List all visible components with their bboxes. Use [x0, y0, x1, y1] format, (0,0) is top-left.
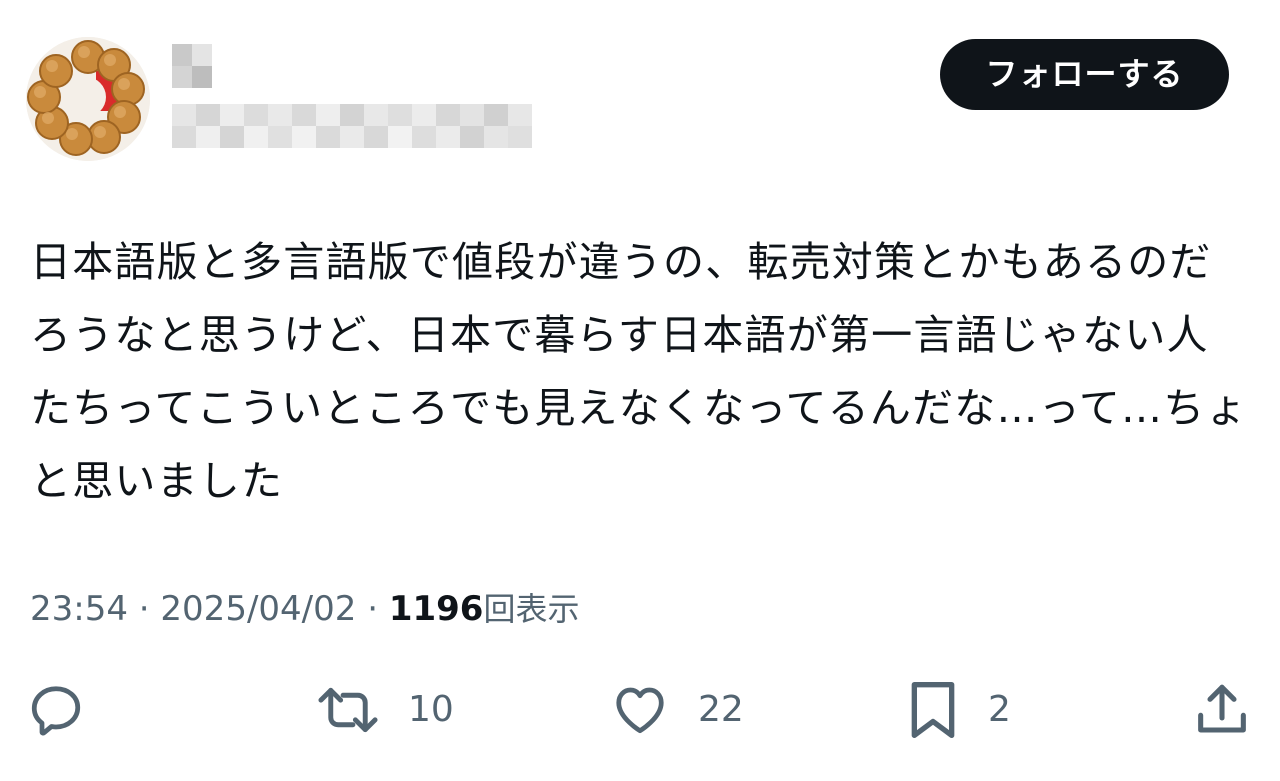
tweet-time[interactable]: 23:54 — [30, 589, 128, 629]
heart-icon[interactable] — [610, 680, 670, 740]
reply-button[interactable] — [26, 670, 86, 750]
tweet-meta: 23:54 · 2025/04/02 · 1196回表示 — [30, 584, 579, 634]
tweet-text: 日本語版と多言語版で値段が違うの、転売対策とかもあるのだろうなと思うけど、日本で… — [30, 238, 1248, 505]
meta-separator: · — [367, 589, 379, 629]
action-bar: 10 22 2 — [0, 670, 1280, 750]
follow-button[interactable]: フォローする — [940, 39, 1229, 110]
like-button[interactable]: 22 — [610, 670, 744, 750]
display-name-redacted[interactable] — [172, 44, 212, 88]
avatar[interactable] — [26, 37, 150, 161]
share-icon[interactable] — [1190, 678, 1254, 742]
retweet-icon[interactable] — [316, 680, 380, 740]
tweet-card: フォローする 日本語版と多言語版で値段が違うの、転売対策とかもあるのだろうなと思… — [0, 0, 1280, 781]
donut-avatar-image — [26, 37, 150, 161]
like-count: 22 — [698, 689, 744, 730]
bookmark-icon[interactable] — [906, 678, 960, 742]
views-count: 1196 — [388, 589, 484, 629]
bookmark-button[interactable]: 2 — [906, 670, 1011, 750]
bookmark-count: 2 — [988, 689, 1011, 730]
retweet-button[interactable]: 10 — [316, 670, 454, 750]
reply-icon[interactable] — [26, 680, 86, 740]
retweet-count: 10 — [408, 689, 454, 730]
tweet-date[interactable]: 2025/04/02 — [160, 589, 356, 629]
share-button[interactable] — [1190, 670, 1254, 750]
user-handle-redacted[interactable] — [172, 104, 548, 148]
meta-separator: · — [138, 589, 150, 629]
views-label: 回表示 — [483, 590, 580, 628]
